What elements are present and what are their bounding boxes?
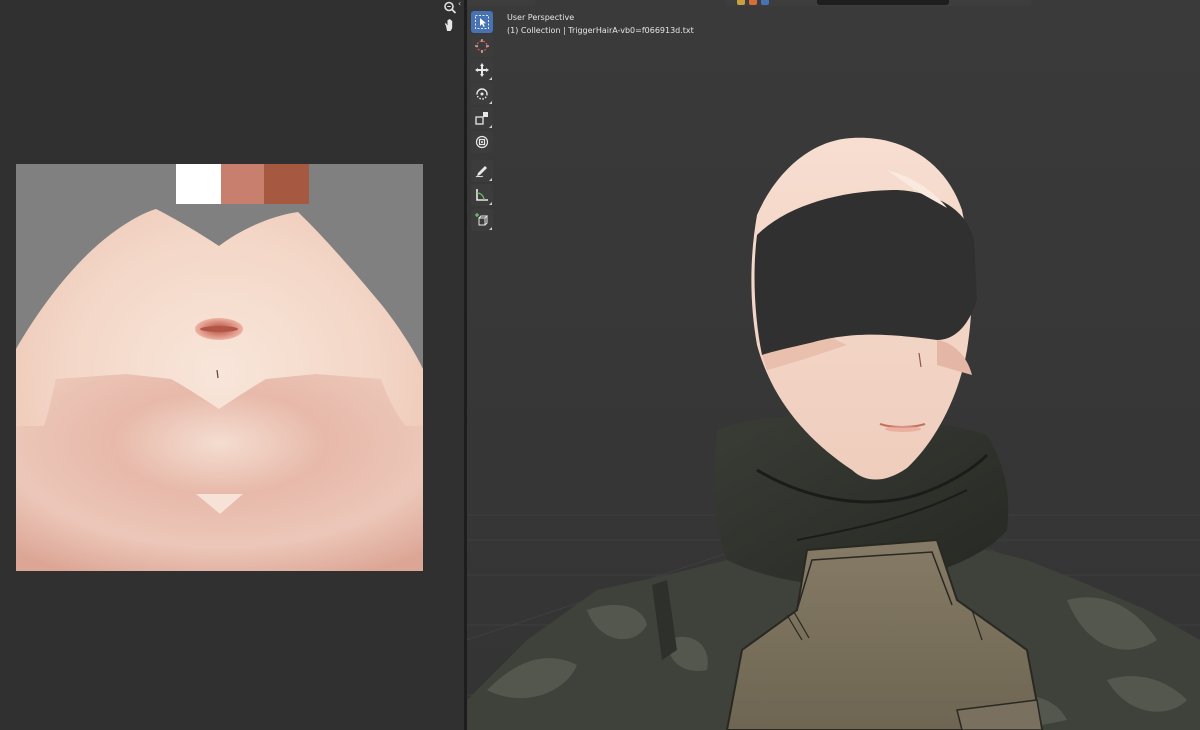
3d-viewport[interactable]: User Perspective (1) Collection | Trigge… bbox=[467, 0, 1200, 730]
measure-icon bbox=[476, 189, 488, 201]
select-box-icon bbox=[475, 15, 489, 29]
search-input[interactable] bbox=[831, 0, 941, 3]
view-name-label: User Perspective bbox=[507, 13, 575, 22]
viewport-overlay-text: User Perspective (1) Collection | Trigge… bbox=[507, 11, 694, 37]
zoom-icon bbox=[444, 1, 457, 14]
palette-swatch-rust bbox=[264, 164, 309, 204]
header-gizmo-icon[interactable] bbox=[761, 0, 769, 5]
cursor-icon bbox=[475, 39, 489, 53]
uv-texture-image[interactable] bbox=[16, 164, 423, 571]
move-icon bbox=[475, 63, 489, 77]
tool-annotate[interactable] bbox=[471, 160, 493, 182]
hand-pan-icon bbox=[445, 18, 453, 31]
scale-icon bbox=[475, 112, 488, 125]
viewport-scene[interactable] bbox=[467, 0, 1200, 730]
tool-cursor[interactable] bbox=[471, 35, 493, 57]
rotate-icon bbox=[476, 88, 488, 100]
tool-add-cube[interactable] bbox=[471, 209, 493, 231]
header-overlay-icon[interactable] bbox=[737, 0, 745, 5]
annotate-icon bbox=[475, 166, 487, 178]
header-viewport-shading-icon[interactable] bbox=[749, 0, 757, 5]
collection-info-label: (1) Collection | TriggerHairA-vb0=f06691… bbox=[507, 26, 694, 35]
tool-rotate[interactable] bbox=[471, 83, 493, 105]
tool-transform[interactable] bbox=[471, 131, 493, 153]
transform-icon bbox=[475, 135, 489, 149]
add-cube-icon bbox=[475, 213, 489, 226]
uv-image-editor[interactable]: ‹ bbox=[0, 0, 464, 730]
tool-select-box[interactable] bbox=[471, 11, 493, 33]
face-cavity bbox=[754, 190, 977, 355]
uv-lips-gap bbox=[200, 326, 238, 332]
palette-swatch-salmon bbox=[221, 164, 264, 204]
tool-scale[interactable] bbox=[471, 107, 493, 129]
editor-type-header[interactable] bbox=[467, 0, 535, 6]
tool-measure[interactable] bbox=[471, 184, 493, 206]
uv-navigation-gizmo[interactable]: ‹ bbox=[440, 0, 462, 34]
palette-swatch-white bbox=[176, 164, 221, 204]
zoom-button[interactable] bbox=[440, 0, 460, 16]
face-mouth-lip bbox=[885, 426, 921, 432]
pan-button[interactable] bbox=[440, 17, 460, 33]
search-field-container[interactable] bbox=[817, 0, 949, 5]
tool-move[interactable] bbox=[471, 59, 493, 81]
